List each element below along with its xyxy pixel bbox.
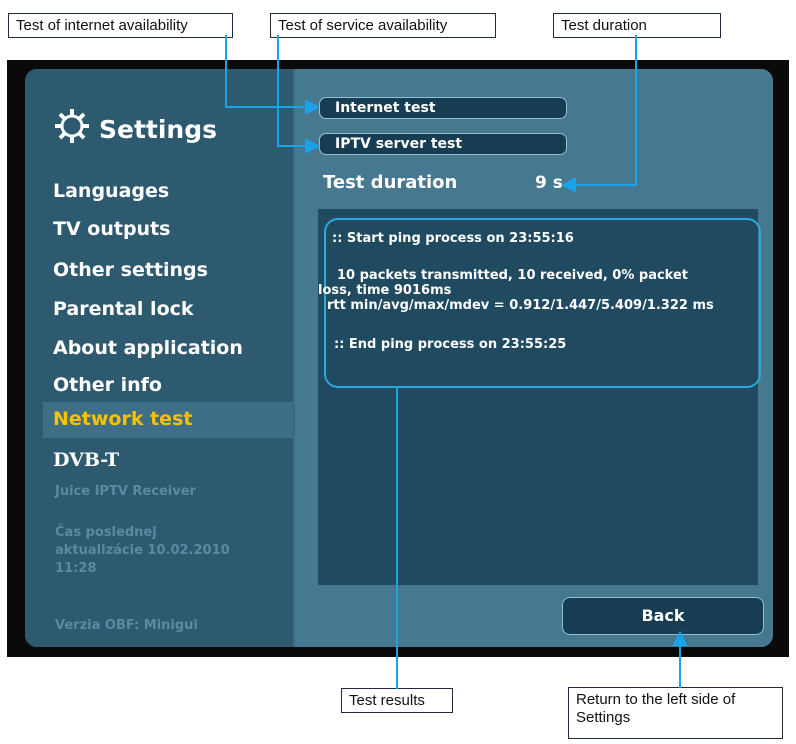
callout-connectors xyxy=(225,35,688,689)
